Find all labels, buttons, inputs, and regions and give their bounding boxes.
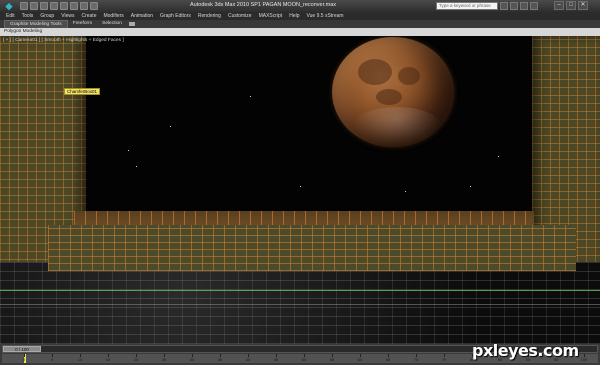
- timeline-tick-label: 5: [50, 357, 54, 362]
- menu-maxscript[interactable]: MAXScript: [259, 13, 283, 19]
- grid-line: [0, 304, 600, 305]
- ribbon-tabs: Graphite Modeling Tools Freeform Selecti…: [0, 20, 600, 28]
- timeline-tick-label: 65: [385, 357, 391, 362]
- ribbon-panel: Polygon Modeling: [0, 28, 600, 36]
- open-file-icon[interactable]: [30, 2, 38, 10]
- help-icon[interactable]: [530, 2, 538, 10]
- timeline-tick-label: 60: [357, 357, 363, 362]
- star: [498, 156, 499, 157]
- tab-freeform[interactable]: Freeform: [68, 20, 97, 28]
- menu-animation[interactable]: Animation: [131, 13, 153, 19]
- time-slider-thumb[interactable]: 0 / 100: [3, 346, 41, 352]
- moon-crater: [358, 59, 392, 85]
- grid-line: [0, 290, 600, 291]
- timeline-tick-label: 25: [161, 357, 167, 362]
- new-file-icon[interactable]: [20, 2, 28, 10]
- timeline-tick-label: 50: [301, 357, 307, 362]
- search-icon[interactable]: [500, 2, 508, 10]
- moon-crater: [398, 67, 420, 85]
- moon-crater: [376, 89, 402, 105]
- moon-highlight: [352, 107, 442, 147]
- menu-bar: Edit Tools Group Views Create Modifiers …: [0, 12, 600, 20]
- save-file-icon[interactable]: [40, 2, 48, 10]
- timeline-tick-label: 30: [189, 357, 195, 362]
- menu-create[interactable]: Create: [81, 13, 96, 19]
- tab-graphite-modeling-tools[interactable]: Graphite Modeling Tools: [4, 20, 68, 28]
- hold-icon[interactable]: [70, 2, 78, 10]
- timeline-tick-label: 35: [217, 357, 223, 362]
- timeline-tick-label: 20: [133, 357, 139, 362]
- maximize-button[interactable]: □: [566, 1, 576, 10]
- menu-vue[interactable]: Vue 9.5 xStream: [307, 13, 344, 19]
- panel-polygon-modeling[interactable]: Polygon Modeling: [4, 29, 42, 34]
- floor-plane[interactable]: [0, 262, 600, 344]
- star: [250, 96, 251, 97]
- menu-group[interactable]: Group: [40, 13, 54, 19]
- camera-viewport[interactable]: [ + ] [ Camera01 ] [ Smooth + Highlights…: [0, 36, 600, 344]
- fetch-icon[interactable]: [80, 2, 88, 10]
- moon: [332, 37, 454, 147]
- timeline-tick-label: 100: [580, 357, 588, 362]
- star: [470, 186, 471, 187]
- star: [405, 191, 406, 192]
- timeline-tick-label: 55: [329, 357, 335, 362]
- app-logo-icon[interactable]: ◆: [2, 0, 16, 12]
- ribbon-toggle-icon[interactable]: [128, 22, 135, 26]
- window-title: Autodesk 3ds Max 2010 SP1 PAGAN MOON_rec…: [190, 2, 337, 8]
- redo-icon[interactable]: [60, 2, 68, 10]
- minimize-button[interactable]: –: [554, 1, 564, 10]
- menu-tools[interactable]: Tools: [22, 13, 34, 19]
- timeline-tick-label: 75: [441, 357, 447, 362]
- menu-modifiers[interactable]: Modifiers: [103, 13, 123, 19]
- object-name-tooltip: ChamferBox01: [64, 88, 101, 95]
- star: [136, 166, 137, 167]
- timeline-tick-label: 15: [105, 357, 111, 362]
- timeline-tick-label: 40: [245, 357, 251, 362]
- communication-center-icon[interactable]: [510, 2, 518, 10]
- menu-graph-editors[interactable]: Graph Editors: [160, 13, 191, 19]
- menu-customize[interactable]: Customize: [228, 13, 252, 19]
- star: [300, 186, 301, 187]
- timeline-tick-label: 45: [273, 357, 279, 362]
- star: [170, 126, 171, 127]
- title-bar: ◆ Autodesk 3ds Max 2010 SP1 PAGAN MOON_r…: [0, 0, 600, 12]
- close-button[interactable]: ✕: [578, 1, 588, 10]
- menu-help[interactable]: Help: [289, 13, 299, 19]
- menu-edit[interactable]: Edit: [6, 13, 15, 19]
- viewport-label[interactable]: [ + ] [ Camera01 ] [ Smooth + Highlights…: [3, 38, 124, 43]
- menu-views[interactable]: Views: [61, 13, 74, 19]
- timeline-tick-label: 10: [77, 357, 83, 362]
- timeline-tick-label: 70: [413, 357, 419, 362]
- watermark-text: pxleyes.com: [472, 341, 579, 360]
- bench-top-mesh[interactable]: [74, 211, 534, 225]
- menu-rendering[interactable]: Rendering: [198, 13, 221, 19]
- star: [128, 150, 129, 151]
- quick-access-toolbar: [20, 2, 98, 10]
- undo-icon[interactable]: [50, 2, 58, 10]
- timeline-tick-label: 0: [22, 357, 26, 362]
- project-folder-icon[interactable]: [90, 2, 98, 10]
- tab-selection[interactable]: Selection: [97, 20, 127, 28]
- favorites-star-icon[interactable]: [520, 2, 528, 10]
- bench-front-mesh[interactable]: [48, 225, 576, 271]
- search-input[interactable]: Type a keyword or phrase: [436, 2, 498, 10]
